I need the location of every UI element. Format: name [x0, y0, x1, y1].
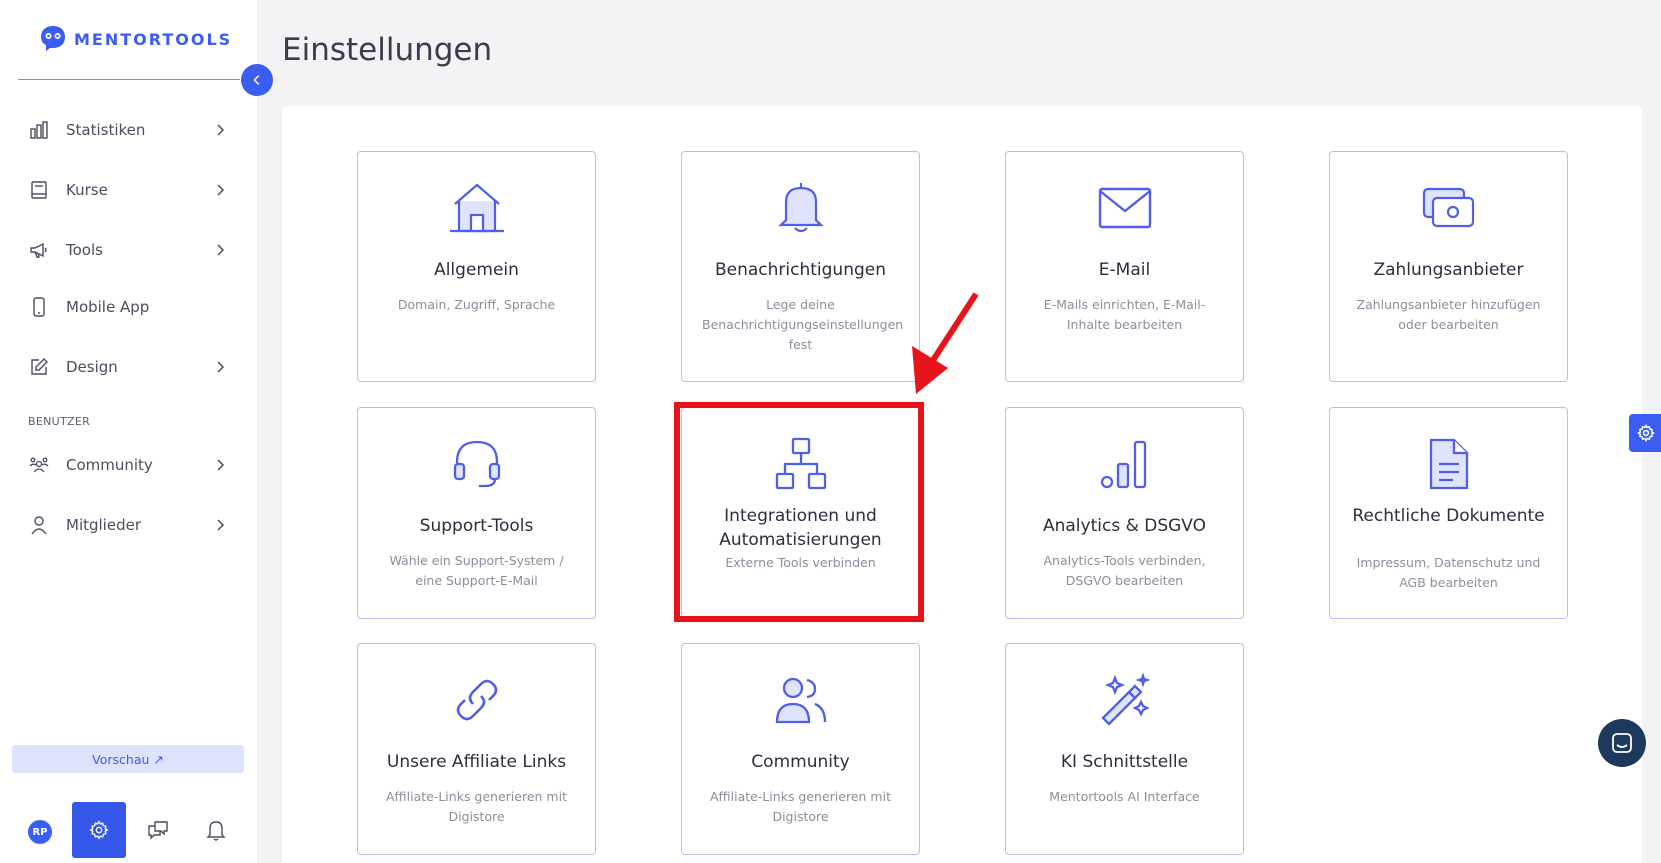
card-title: Community [751, 752, 850, 772]
money-icon [1330, 182, 1567, 234]
messages-button[interactable] [146, 818, 170, 842]
support-chat-button[interactable] [1598, 719, 1646, 767]
card-allgemein[interactable]: Allgemein Domain, Zugriff, Sprache [357, 151, 596, 382]
mail-icon [1006, 182, 1243, 234]
card-title: Allgemein [434, 260, 519, 280]
card-title: E-Mail [1098, 260, 1151, 280]
magic-wand-icon [1006, 672, 1243, 726]
sidebar-item-mitglieder[interactable]: Mitglieder [28, 509, 228, 541]
gear-icon [1637, 424, 1655, 442]
document-icon [1330, 438, 1567, 490]
card-description: Mentortools AI Interface [1049, 789, 1200, 804]
card-description: Externe Tools verbinden [725, 555, 876, 570]
bell-icon [206, 821, 226, 841]
gear-icon [89, 820, 109, 840]
card-title: Zahlungsanbieter [1373, 260, 1524, 280]
section-label-benutzer: BENUTZER [28, 415, 91, 428]
card-description: E-Mails einrichten, E-Mail-Inhalte bearb… [1043, 297, 1206, 332]
card-ki-schnittstelle[interactable]: KI Schnittstelle Mentortools AI Interfac… [1005, 643, 1244, 855]
home-icon [358, 182, 595, 234]
card-title: KI Schnittstelle [1060, 752, 1189, 772]
chevron-right-icon [217, 361, 225, 373]
sidebar-item-kurse[interactable]: Kurse [28, 174, 228, 206]
card-title: Rechtliche Dokumente [1352, 506, 1545, 526]
sidebar-bottom-bar: RP [0, 800, 258, 863]
card-affiliate-links[interactable]: Unsere Affiliate Links Affiliate-Links g… [357, 643, 596, 855]
card-zahlungsanbieter[interactable]: Zahlungsanbieter Zahlungsanbieter hinzuf… [1329, 151, 1568, 382]
card-description: Analytics-Tools verbinden, DSGVO bearbei… [1043, 553, 1206, 588]
logo[interactable]: MENTORTOOLS [38, 24, 232, 54]
card-title: Support-Tools [419, 516, 534, 536]
card-description: Zahlungsanbieter hinzufügen oder bearbei… [1356, 297, 1541, 332]
book-icon [28, 179, 50, 201]
sitemap-icon [682, 437, 919, 490]
card-description: Affiliate-Links generieren mit Digistore [710, 789, 891, 824]
sidebar: MENTORTOOLS Statistiken Kurse Tools Mobi… [0, 0, 258, 863]
logo-divider [18, 79, 240, 80]
preview-button[interactable]: Vorschau ↗ [12, 745, 244, 773]
sidebar-item-community[interactable]: Community [28, 449, 228, 481]
card-description: Affiliate-Links generieren mit Digistore [386, 789, 567, 824]
chevron-right-icon [217, 184, 225, 196]
avatar[interactable]: RP [28, 820, 52, 844]
sidebar-item-label: Community [66, 456, 153, 474]
chevron-right-icon [217, 124, 225, 136]
notifications-button[interactable] [204, 818, 228, 842]
link-icon [358, 674, 595, 726]
mobile-icon [28, 296, 50, 318]
bar-chart-icon [28, 119, 50, 141]
card-benachrichtigungen[interactable]: Benachrichtigungen Lege deine Benachrich… [681, 151, 920, 382]
sidebar-item-label: Mitglieder [66, 516, 141, 534]
floating-settings-button[interactable] [1629, 414, 1661, 452]
users-icon [28, 454, 50, 476]
bell-icon [682, 182, 919, 234]
card-title: Integrationen und Automatisierungen [719, 506, 882, 550]
analytics-icon [1006, 438, 1243, 490]
pencil-icon [28, 356, 50, 378]
card-analytics-dsgvo[interactable]: Analytics & DSGVO Analytics-Tools verbin… [1005, 407, 1244, 619]
sidebar-item-label: Statistiken [66, 121, 146, 139]
chevron-right-icon [217, 459, 225, 471]
user-icon [28, 514, 50, 536]
card-rechtliche-dokumente[interactable]: Rechtliche Dokumente Impressum, Datensch… [1329, 407, 1568, 619]
users-icon [682, 674, 919, 726]
sidebar-item-label: Tools [66, 241, 103, 259]
brand-name: MENTORTOOLS [74, 29, 233, 49]
card-title: Unsere Affiliate Links [386, 752, 567, 772]
page-title: Einstellungen [282, 32, 493, 68]
megaphone-icon [28, 239, 50, 261]
card-description: Domain, Zugriff, Sprache [397, 297, 556, 312]
card-title: Benachrichtigungen [714, 260, 887, 280]
chat-icon [148, 821, 168, 840]
collapse-sidebar-button[interactable] [241, 64, 273, 96]
sidebar-item-mobile-app[interactable]: Mobile App [28, 291, 228, 323]
card-integrationen[interactable]: Integrationen und Automatisierungen Exte… [681, 407, 920, 619]
card-e-mail[interactable]: E-Mail E-Mails einrichten, E-Mail-Inhalt… [1005, 151, 1244, 382]
settings-button[interactable] [72, 802, 126, 858]
chevron-right-icon [217, 244, 225, 256]
card-description: Impressum, Datenschutz und AGB bearbeite… [1356, 555, 1541, 590]
mentortools-logo-icon [41, 26, 65, 51]
chat-bubble-icon [1612, 733, 1632, 753]
sidebar-item-statistiken[interactable]: Statistiken [28, 114, 228, 146]
card-title: Analytics & DSGVO [1042, 516, 1207, 536]
chevron-left-icon [253, 75, 260, 85]
sidebar-item-design[interactable]: Design [28, 351, 228, 383]
card-community[interactable]: Community Affiliate-Links generieren mit… [681, 643, 920, 855]
card-description: Wähle ein Support-System / eine Support-… [389, 553, 564, 588]
sidebar-item-tools[interactable]: Tools [28, 234, 228, 266]
headset-icon [358, 438, 595, 490]
sidebar-item-label: Design [66, 358, 118, 376]
card-description: Lege deine Benachrichtigungseinstellunge… [702, 297, 904, 352]
chevron-right-icon [217, 519, 225, 531]
card-support-tools[interactable]: Support-Tools Wähle ein Support-System /… [357, 407, 596, 619]
sidebar-item-label: Mobile App [66, 298, 150, 316]
sidebar-item-label: Kurse [66, 181, 108, 199]
